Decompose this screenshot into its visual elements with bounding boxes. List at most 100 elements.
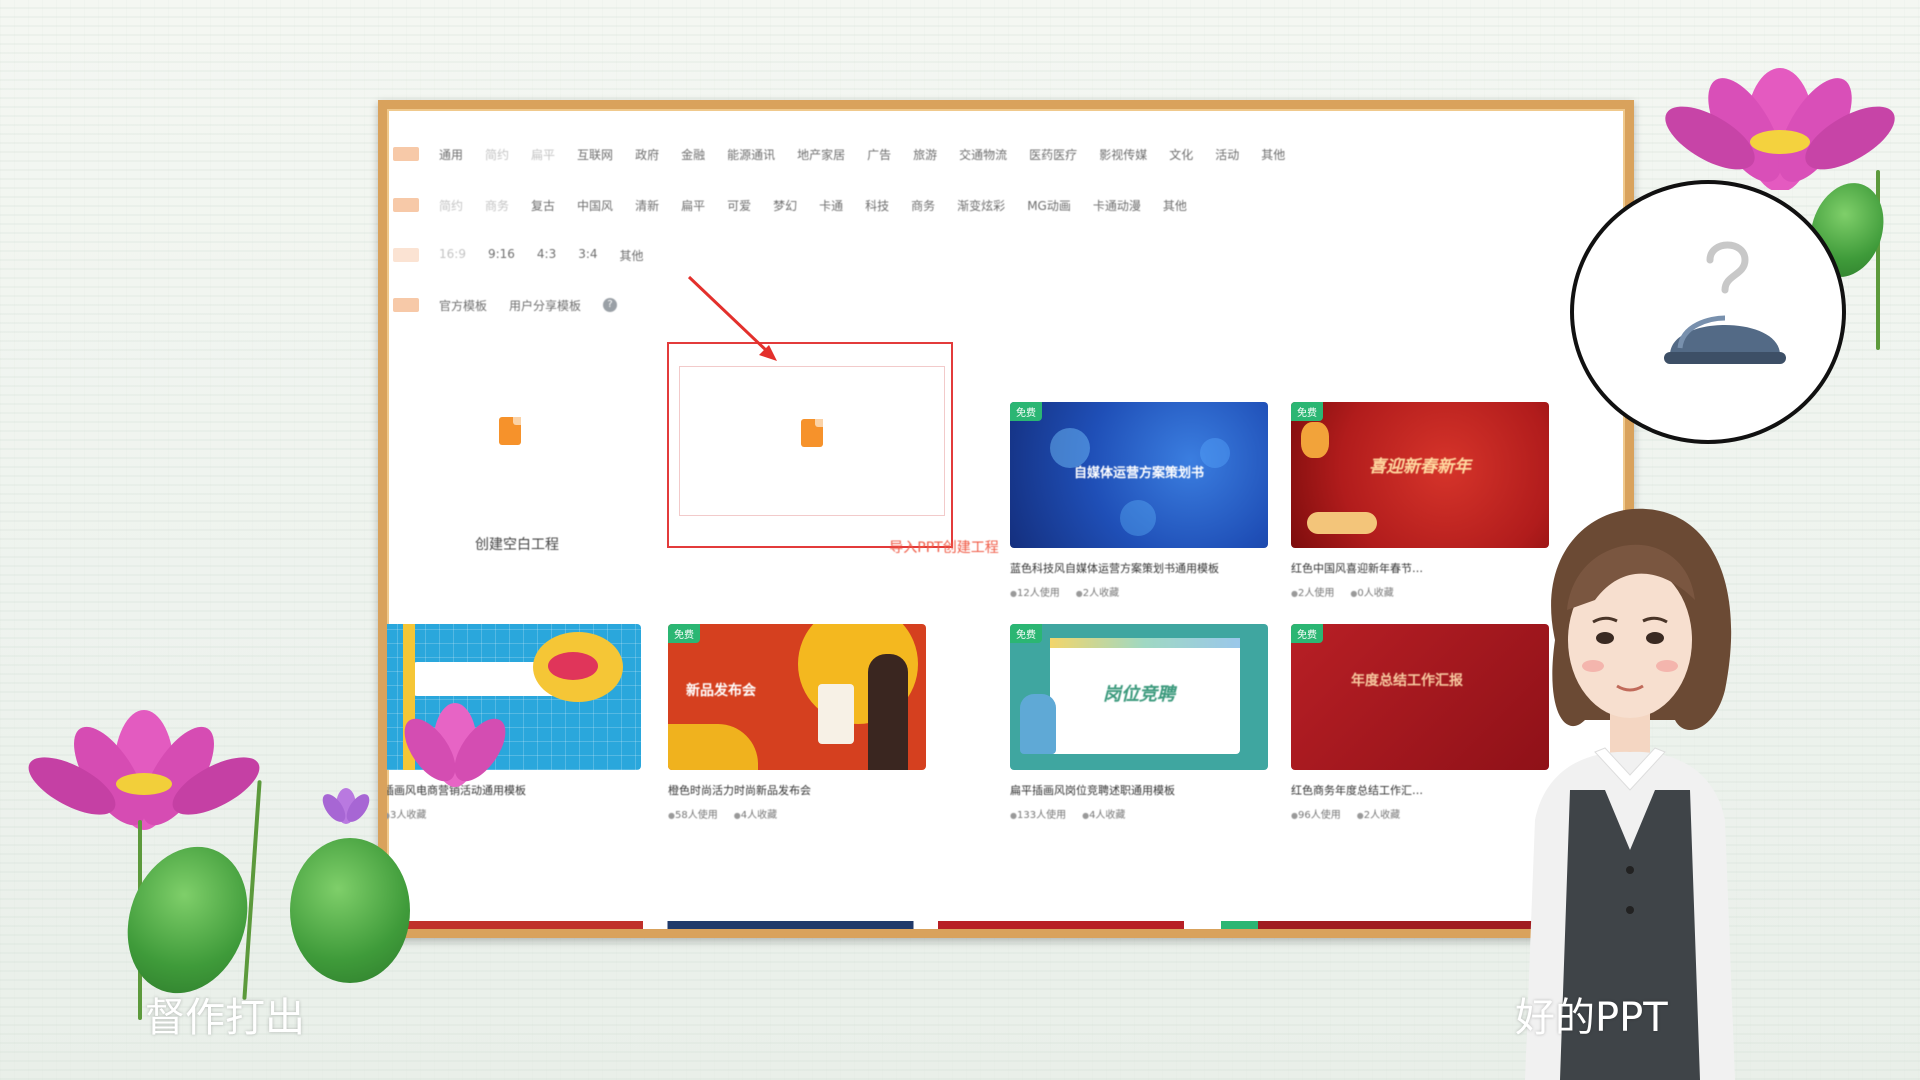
import-ppt-card[interactable]: 导入PPT创建工程 <box>667 342 999 556</box>
filter-chip[interactable]: 扁平 <box>681 197 705 214</box>
filter-chip[interactable]: 4:3 <box>537 247 556 264</box>
template-card[interactable]: 免费 新品发布会 橙色时尚活力时尚新品发布会 58人使用 4人收藏 <box>668 624 926 821</box>
template-thumb-title: 喜迎新春新年 <box>1369 457 1471 477</box>
lotus-flower-icon <box>28 710 260 830</box>
filter-chip[interactable]: 其他 <box>620 247 644 264</box>
filter-row-label <box>393 298 419 312</box>
template-favorites: 2人收藏 <box>1357 806 1400 821</box>
filter-chip[interactable]: 金融 <box>681 146 705 163</box>
template-title: 红色中国风喜迎新年春节… <box>1291 562 1423 575</box>
file-icon <box>801 419 823 447</box>
template-thumbnail: 免费 新品发布会 <box>668 624 926 770</box>
template-uses: 2人使用 <box>1291 584 1334 599</box>
filter-chip[interactable]: 扁平 <box>531 146 555 163</box>
filter-row-label <box>393 198 419 212</box>
filter-chip[interactable]: 交通物流 <box>959 146 1007 163</box>
template-card[interactable]: 免费 岗位竞聘 扁平插画风岗位竞聘述职通用模板 133人使用 4人收藏 <box>1010 624 1268 821</box>
free-badge: 免费 <box>1291 402 1323 421</box>
subtitle-right: 好的PPT <box>1515 995 1668 1041</box>
filter-chip[interactable]: 其他 <box>1163 197 1187 214</box>
filter-chip[interactable]: 广告 <box>867 146 891 163</box>
template-uses: 12人使用 <box>1010 584 1060 599</box>
create-blank-card[interactable]: 创建空白工程 <box>387 342 647 553</box>
template-stats: 133人使用 4人收藏 <box>1010 806 1268 821</box>
template-favorites: 3人收藏 <box>387 806 426 821</box>
filter-row-label <box>393 248 419 262</box>
free-badge: 免费 <box>1010 402 1042 421</box>
filter-chip[interactable]: 能源通讯 <box>727 146 775 163</box>
filter-chip[interactable]: 中国风 <box>577 197 613 214</box>
filter-chip[interactable]: 旅游 <box>913 146 937 163</box>
filter-chip[interactable]: 科技 <box>865 197 889 214</box>
filter-chip[interactable]: 医药医疗 <box>1029 146 1077 163</box>
template-stats: 58人使用 4人收藏 <box>668 806 926 821</box>
filter-chip[interactable]: 可爱 <box>727 197 751 214</box>
filter-row-label <box>393 147 419 161</box>
filter-chip[interactable]: 16:9 <box>439 247 466 264</box>
filter-chip[interactable]: 梦幻 <box>773 197 797 214</box>
template-favorites: 4人收藏 <box>734 806 777 821</box>
filter-chip[interactable]: 互联网 <box>577 146 613 163</box>
template-uses: 96人使用 <box>1291 806 1341 821</box>
filter-chip[interactable]: 清新 <box>635 197 659 214</box>
filter-chip[interactable]: 卡通动漫 <box>1093 197 1141 214</box>
lotus-flower-icon <box>1665 68 1895 190</box>
template-thumbnail: 免费 喜迎新春新年 <box>1291 402 1549 548</box>
filter-row-industry: 通用 简约 扁平 互联网 政府 金融 能源通讯 地产家居 广告 旅游 交通物流 医药医疗 影视传媒 文化 活… <box>387 142 1307 166</box>
template-stats: 12人使用 2人收藏 <box>1010 584 1268 599</box>
subtitle-left: 督作打出 <box>145 995 305 1041</box>
filter-row-ratio: 16:9 9:16 4:3 3:4 其他 <box>387 243 666 267</box>
filter-chip[interactable]: 通用 <box>439 146 463 163</box>
filter-chip[interactable]: 渐变炫彩 <box>957 197 1005 214</box>
filter-chip[interactable]: 其他 <box>1261 146 1285 163</box>
help-icon[interactable]: ? <box>603 298 618 312</box>
filter-chip[interactable]: 活动 <box>1215 146 1239 163</box>
template-card[interactable]: 免费 喜迎新春新年 红色中国风喜迎新年春节… 2人使用 0人收藏 <box>1291 402 1549 599</box>
filter-chip[interactable]: 复古 <box>531 197 555 214</box>
template-thumbnail: 免费 岗位竞聘 <box>1010 624 1268 770</box>
filter-row-source: 官方模板 用户分享模板 ? <box>387 293 618 317</box>
template-row-peek <box>397 921 1625 929</box>
template-stats: 96人使用 2人收藏 <box>1291 806 1549 821</box>
import-ppt-content: 导入PPT创建工程 <box>680 344 999 556</box>
template-thumb-title: 自媒体运营方案策划书 <box>1073 466 1204 481</box>
free-badge: 免费 <box>1291 624 1323 643</box>
filter-chip[interactable]: 9:16 <box>488 247 515 264</box>
template-card[interactable]: 免费 年度总结工作汇报 红色商务年度总结工作汇… 96人使用 2人收藏 <box>1291 624 1549 821</box>
template-favorites: 0人收藏 <box>1350 584 1393 599</box>
template-title: 红色商务年度总结工作汇… <box>1291 784 1423 797</box>
filter-chip[interactable]: 简约 <box>439 197 463 214</box>
template-title: 蓝色科技风自媒体运营方案策划书通用模板 <box>1010 562 1219 575</box>
filter-chip[interactable]: 商务 <box>911 197 935 214</box>
template-browser: 通用 简约 扁平 互联网 政府 金融 能源通讯 地产家居 广告 旅游 交通物流 医药医疗 影视传媒 文化活… <box>387 109 1625 929</box>
filter-chip[interactable]: 官方模板 <box>439 297 487 314</box>
filter-chip[interactable]: 简约 <box>485 146 509 163</box>
create-blank-label: 创建空白工程 <box>475 537 559 553</box>
file-icon <box>499 417 521 445</box>
template-favorites: 4人收藏 <box>1082 806 1125 821</box>
service-bell-icon <box>1664 241 1786 364</box>
filter-chip[interactable]: MG动画 <box>1027 197 1071 214</box>
filter-chip[interactable]: 影视传媒 <box>1099 146 1147 163</box>
lotus-bud-icon <box>404 703 506 787</box>
screenshot-frame: 通用 简约 扁平 互联网 政府 金融 能源通讯 地产家居 广告 旅游 交通物流 医药医疗 影视传媒 文化活… <box>378 100 1634 938</box>
filter-chip[interactable]: 政府 <box>635 146 659 163</box>
filter-chip[interactable]: 文化 <box>1169 146 1193 163</box>
filter-chip[interactable]: 地产家居 <box>797 146 845 163</box>
filter-chip[interactable]: 商务 <box>485 197 509 214</box>
template-stats: 3人收藏 <box>387 806 641 821</box>
lotus-leaf <box>290 838 410 983</box>
template-card[interactable]: 免费 自媒体运营方案策划书 蓝色科技风自媒体运营方案策划书通用模板 12人使用 … <box>1010 402 1268 599</box>
filter-chip[interactable]: 卡通 <box>819 197 843 214</box>
pointer-arrow-icon <box>687 275 777 361</box>
template-stats: 2人使用 0人收藏 <box>1291 584 1549 599</box>
template-uses: 133人使用 <box>1010 806 1066 821</box>
template-thumbnail: 免费 年度总结工作汇报 <box>1291 624 1549 770</box>
filter-chip[interactable]: 3:4 <box>578 247 597 264</box>
template-title: 扁平插画风岗位竞聘述职通用模板 <box>1010 784 1175 797</box>
template-uses: 58人使用 <box>668 806 718 821</box>
free-badge: 免费 <box>668 624 700 643</box>
filter-chip[interactable]: 用户分享模板 <box>509 297 581 314</box>
template-favorites: 2人收藏 <box>1076 584 1119 599</box>
free-badge: 免费 <box>1010 624 1042 643</box>
